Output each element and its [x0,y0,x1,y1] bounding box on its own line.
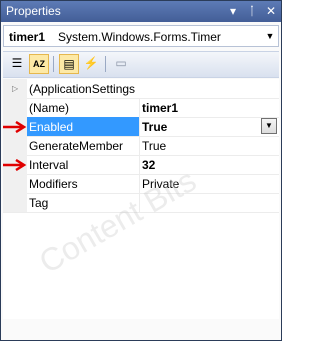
annotation-arrow-enabled [3,121,27,133]
alphabetical-icon[interactable]: AZ [29,54,49,74]
property-name: Enabled [29,120,74,134]
property-value[interactable]: True [142,139,166,153]
object-type: System.Windows.Forms.Timer [58,30,221,44]
property-value[interactable]: 32 [142,158,155,172]
property-row-applicationsettings[interactable]: ▷ (ApplicationSettings [3,79,279,99]
row-gutter [3,174,27,193]
description-pane [3,319,279,338]
property-name: Interval [29,158,69,172]
column-divider [139,117,140,136]
object-selector[interactable]: timer1 System.Windows.Forms.Timer ▼ [3,25,279,47]
row-gutter [3,193,27,212]
toolbar-separator [105,56,106,72]
annotation-arrow-interval [3,159,27,171]
properties-icon[interactable]: ▤ [59,54,79,74]
property-pages-icon[interactable]: ▭ [111,54,131,74]
property-name: (Name) [29,101,70,115]
toolbar-separator [53,56,54,72]
properties-window: Properties ▾ ᛙ ✕ timer1 System.Windows.F… [0,0,282,341]
chevron-down-icon[interactable]: ▼ [262,26,278,46]
property-row-name[interactable]: (Name) timer1 [3,98,279,118]
pin-icon[interactable]: ᛙ [244,3,260,19]
expand-arrow-icon[interactable]: ▷ [12,84,18,93]
property-name: GenerateMember [29,139,124,153]
properties-toolbar: ☰ AZ ▤ ⚡ ▭ [3,51,279,78]
property-value[interactable]: True [142,120,167,134]
property-name: Modifiers [29,177,78,191]
close-icon[interactable]: ✕ [263,3,279,19]
events-icon[interactable]: ⚡ [81,54,101,74]
row-gutter [3,98,27,117]
column-divider [139,155,140,174]
window-position-dropdown-icon[interactable]: ▾ [225,3,241,19]
title-bar: Properties ▾ ᛙ ✕ [1,1,281,22]
categorized-icon[interactable]: ☰ [7,54,27,74]
column-divider [139,98,140,117]
window-title: Properties [6,4,61,18]
property-grid: ▷ (ApplicationSettings (Name) timer1 Ena… [3,79,279,319]
column-divider [139,136,140,155]
property-value[interactable]: timer1 [142,101,178,115]
object-name: timer1 [9,30,46,44]
row-gutter [3,136,27,155]
property-name: (ApplicationSettings [29,82,136,96]
